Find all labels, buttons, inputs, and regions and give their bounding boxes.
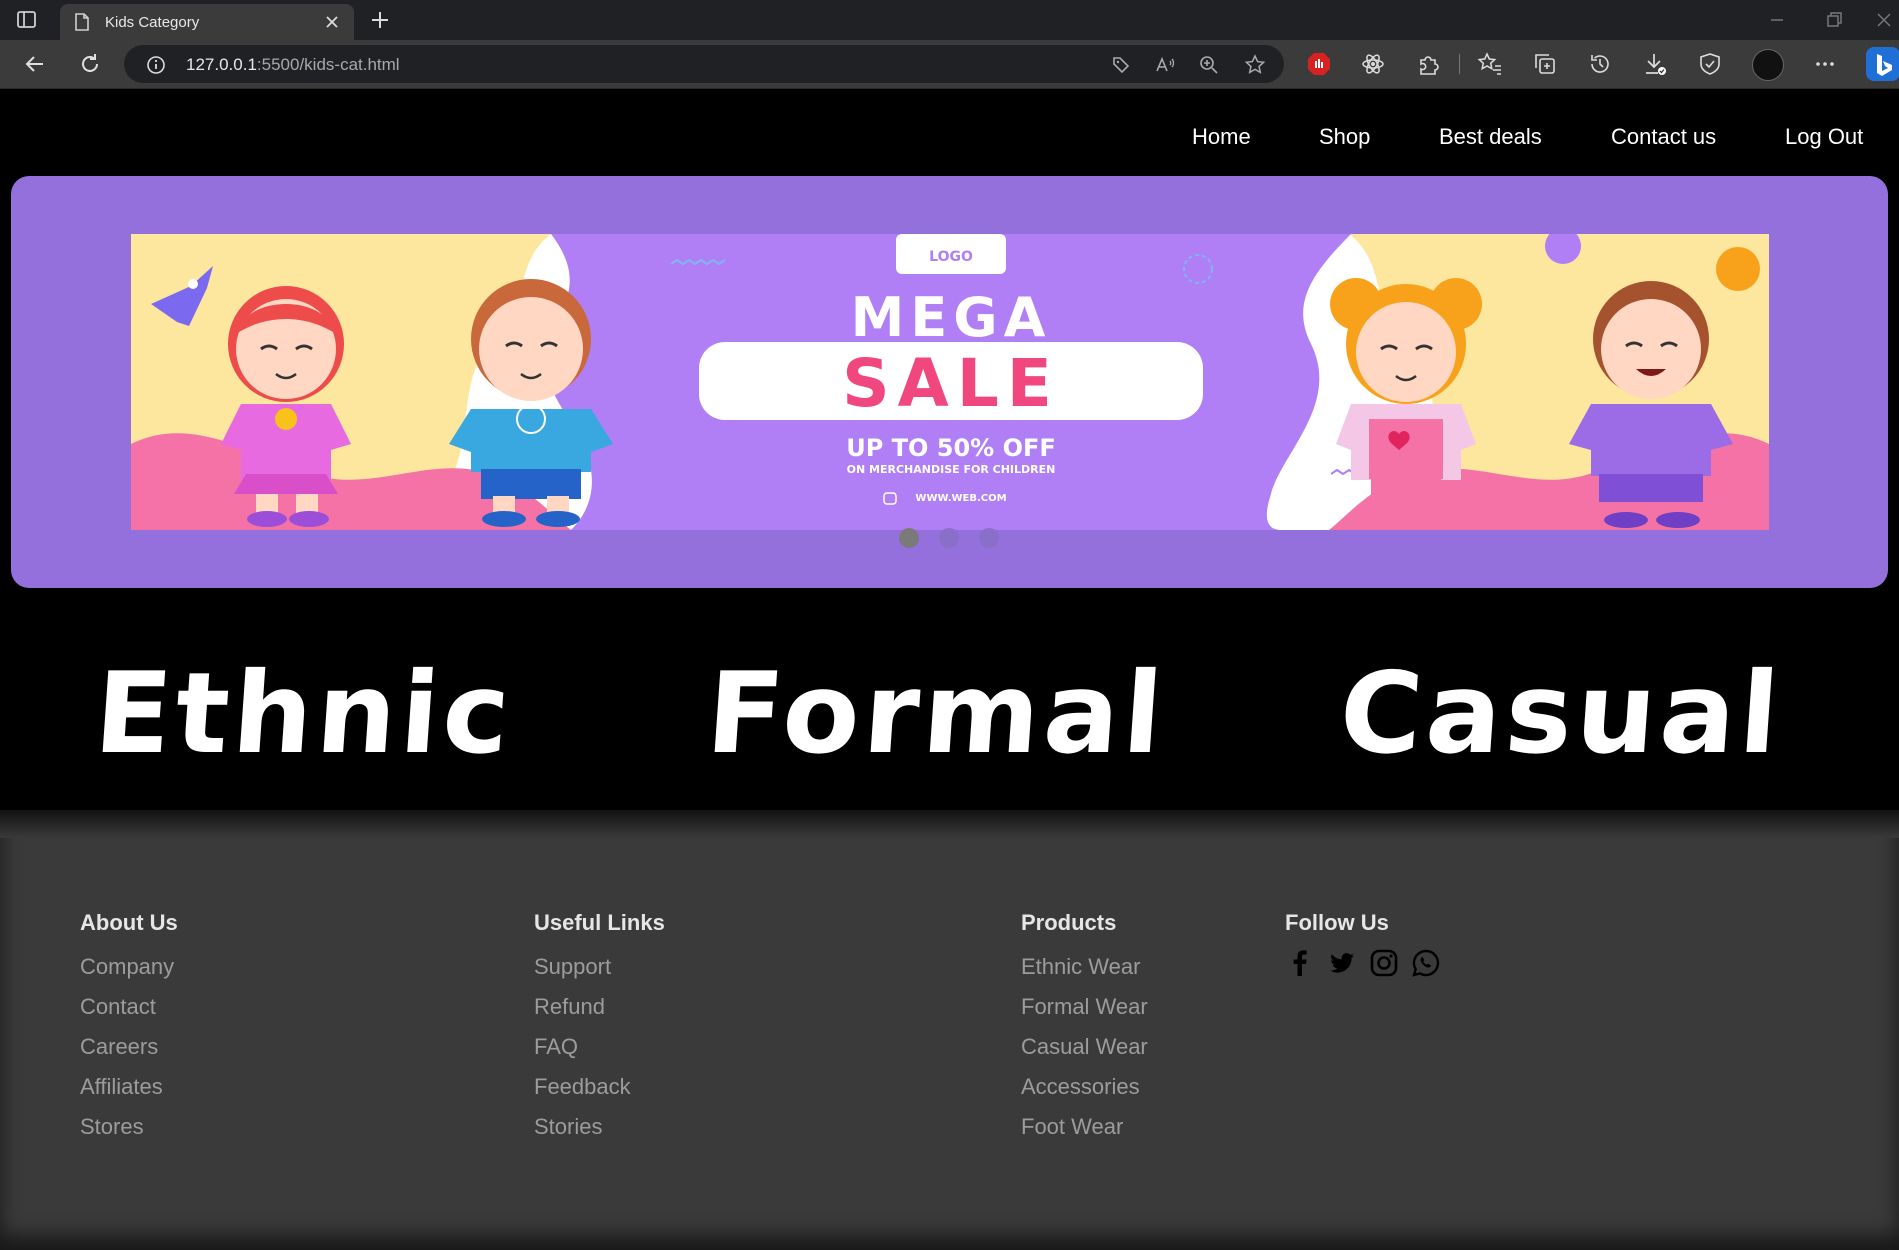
url-path: :5500/kids-cat.html xyxy=(256,55,400,74)
banner-headline-mega: MEGA xyxy=(851,286,1052,349)
more-options-icon[interactable] xyxy=(1812,51,1838,77)
footer-link-formal-wear[interactable]: Formal Wear xyxy=(1021,994,1148,1034)
restore-icon[interactable] xyxy=(1822,8,1846,32)
minimize-icon[interactable] xyxy=(1765,8,1789,32)
footer-heading-products: Products xyxy=(1021,910,1117,935)
reload-icon[interactable] xyxy=(77,51,103,77)
browser-tab-active[interactable]: Kids Category xyxy=(60,4,354,40)
nav-best-deals-link[interactable]: Best deals xyxy=(1439,124,1542,150)
footer-col-products: Products Ethnic Wear Formal Wear Casual … xyxy=(1021,910,1148,1154)
add-favorite-icon[interactable] xyxy=(1244,54,1266,76)
whatsapp-icon[interactable] xyxy=(1411,948,1441,978)
browser-toolbar: 127.0.0.1:5500/kids-cat.html xyxy=(0,40,1899,89)
close-tab-icon[interactable] xyxy=(322,12,342,32)
facebook-icon[interactable] xyxy=(1285,948,1315,978)
banner-headline-sale: SALE xyxy=(842,345,1060,422)
back-arrow-icon[interactable] xyxy=(22,51,48,77)
favorites-icon[interactable] xyxy=(1477,51,1503,77)
footer-heading-follow: Follow Us xyxy=(1285,910,1389,935)
collections-icon[interactable] xyxy=(1532,51,1558,77)
twitter-icon[interactable] xyxy=(1327,948,1357,978)
hero-carousel: LOGO MEGA SALE UP TO 50% OFF ON MERCHAND… xyxy=(11,176,1888,588)
banner-logo-text: LOGO xyxy=(929,249,973,265)
downloads-icon[interactable] xyxy=(1642,51,1668,77)
category-formal-link[interactable]: Formal xyxy=(702,649,1170,779)
footer-col-useful: Useful Links Support Refund FAQ Feedback… xyxy=(534,910,665,1154)
nav-shop-link[interactable]: Shop xyxy=(1319,124,1370,150)
new-tab-icon[interactable] xyxy=(368,8,392,32)
kid-girl-pink-illustration xyxy=(221,286,351,527)
nav-logout-link[interactable]: Log Out xyxy=(1785,124,1863,150)
browser-tab-bar: Kids Category xyxy=(0,0,1899,40)
address-bar[interactable]: 127.0.0.1:5500/kids-cat.html xyxy=(124,45,1284,83)
carousel-dot-1[interactable] xyxy=(899,528,919,548)
banner-website: WWW.WEB.COM xyxy=(915,493,1006,504)
browser-essentials-icon[interactable] xyxy=(1697,51,1723,77)
instagram-icon[interactable] xyxy=(1369,948,1399,978)
profile-avatar[interactable] xyxy=(1752,49,1784,81)
site-footer: About Us Company Contact Careers Affilia… xyxy=(0,810,1899,1250)
footer-link-contact[interactable]: Contact xyxy=(80,994,178,1034)
adblock-icon[interactable] xyxy=(1306,51,1332,77)
site-info-icon[interactable] xyxy=(146,55,166,75)
footer-link-foot-wear[interactable]: Foot Wear xyxy=(1021,1114,1148,1154)
category-links: Ethnic Formal Casual xyxy=(0,588,1899,810)
tab-title: Kids Category xyxy=(105,14,200,31)
tab-actions-icon[interactable] xyxy=(16,10,38,30)
footer-link-company[interactable]: Company xyxy=(80,954,178,994)
footer-link-careers[interactable]: Careers xyxy=(80,1034,178,1074)
social-icons xyxy=(1285,948,1440,982)
footer-col-follow: Follow Us xyxy=(1285,910,1440,982)
mega-sale-banner[interactable]: LOGO MEGA SALE UP TO 50% OFF ON MERCHAND… xyxy=(131,234,1769,530)
site-navbar: Home Shop Best deals Contact us Log Out xyxy=(0,89,1899,176)
tag-icon[interactable] xyxy=(1110,54,1132,76)
banner-illustration: LOGO MEGA SALE UP TO 50% OFF ON MERCHAND… xyxy=(131,234,1769,530)
footer-link-stories[interactable]: Stories xyxy=(534,1114,665,1154)
footer-link-casual-wear[interactable]: Casual Wear xyxy=(1021,1034,1148,1074)
footer-shadow xyxy=(0,810,1899,838)
banner-offer: UP TO 50% OFF xyxy=(846,434,1056,462)
history-icon[interactable] xyxy=(1587,51,1613,77)
banner-offer-sub: ON MERCHANDISE FOR CHILDREN xyxy=(847,463,1056,476)
nav-home-link[interactable]: Home xyxy=(1192,124,1251,150)
footer-link-faq[interactable]: FAQ xyxy=(534,1034,665,1074)
react-devtools-icon[interactable] xyxy=(1360,51,1386,77)
footer-heading-useful: Useful Links xyxy=(534,910,665,935)
footer-link-refund[interactable]: Refund xyxy=(534,994,665,1034)
toolbar-divider xyxy=(1459,54,1460,74)
url-text: 127.0.0.1:5500/kids-cat.html xyxy=(186,55,400,75)
footer-link-affiliates[interactable]: Affiliates xyxy=(80,1074,178,1114)
footer-link-stores[interactable]: Stores xyxy=(80,1114,178,1154)
footer-heading-about: About Us xyxy=(80,910,178,935)
footer-col-about: About Us Company Contact Careers Affilia… xyxy=(80,910,178,1154)
footer-link-ethnic-wear[interactable]: Ethnic Wear xyxy=(1021,954,1148,994)
carousel-dot-2[interactable] xyxy=(939,528,959,548)
extensions-icon[interactable] xyxy=(1415,51,1441,77)
url-host: 127.0.0.1 xyxy=(186,55,257,74)
footer-link-support[interactable]: Support xyxy=(534,954,665,994)
nav-contact-link[interactable]: Contact us xyxy=(1611,124,1716,150)
document-icon xyxy=(74,13,90,31)
footer-link-feedback[interactable]: Feedback xyxy=(534,1074,665,1114)
category-casual-link[interactable]: Casual xyxy=(1335,649,1786,779)
category-ethnic-link[interactable]: Ethnic xyxy=(90,649,517,779)
copilot-icon[interactable] xyxy=(1866,47,1899,81)
carousel-dot-3[interactable] xyxy=(979,528,999,548)
close-window-icon[interactable] xyxy=(1872,8,1896,32)
read-aloud-icon[interactable] xyxy=(1154,54,1176,76)
footer-link-accessories[interactable]: Accessories xyxy=(1021,1074,1148,1114)
zoom-icon[interactable] xyxy=(1198,54,1220,76)
